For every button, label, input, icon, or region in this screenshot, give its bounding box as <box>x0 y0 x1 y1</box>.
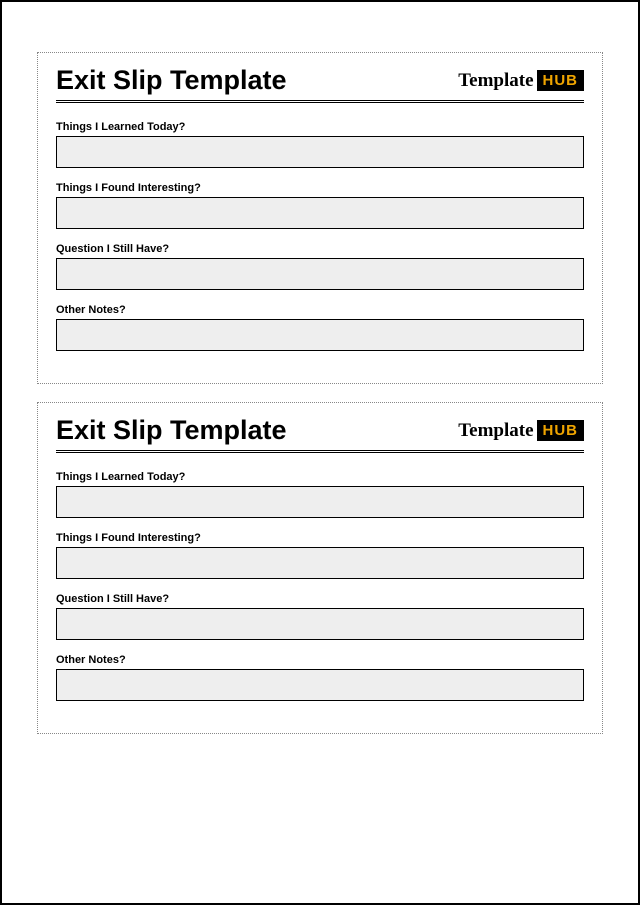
logo: Template HUB <box>458 420 584 442</box>
exit-slip-2: Exit Slip Template Template HUB Things I… <box>37 402 603 734</box>
field-input-other-notes[interactable] <box>56 319 584 351</box>
field-input-learned-today[interactable] <box>56 136 584 168</box>
logo-template-text: Template <box>458 420 533 442</box>
logo-template-text: Template <box>458 70 533 92</box>
field-question-still-have: Question I Still Have? <box>56 593 584 640</box>
field-input-question[interactable] <box>56 258 584 290</box>
logo: Template HUB <box>458 70 584 92</box>
field-input-other-notes[interactable] <box>56 669 584 701</box>
field-label: Other Notes? <box>56 304 584 316</box>
field-label: Question I Still Have? <box>56 593 584 605</box>
slip-title: Exit Slip Template <box>56 415 287 446</box>
field-found-interesting: Things I Found Interesting? <box>56 532 584 579</box>
field-label: Things I Learned Today? <box>56 471 584 483</box>
exit-slip-1: Exit Slip Template Template HUB Things I… <box>37 52 603 384</box>
slip-title: Exit Slip Template <box>56 65 287 96</box>
field-label: Things I Learned Today? <box>56 121 584 133</box>
field-input-question[interactable] <box>56 608 584 640</box>
field-label: Things I Found Interesting? <box>56 532 584 544</box>
field-input-learned-today[interactable] <box>56 486 584 518</box>
field-input-found-interesting[interactable] <box>56 197 584 229</box>
slip-header: Exit Slip Template Template HUB <box>56 65 584 103</box>
field-label: Question I Still Have? <box>56 243 584 255</box>
field-label: Things I Found Interesting? <box>56 182 584 194</box>
field-found-interesting: Things I Found Interesting? <box>56 182 584 229</box>
field-label: Other Notes? <box>56 654 584 666</box>
field-input-found-interesting[interactable] <box>56 547 584 579</box>
field-learned-today: Things I Learned Today? <box>56 121 584 168</box>
field-other-notes: Other Notes? <box>56 654 584 701</box>
field-learned-today: Things I Learned Today? <box>56 471 584 518</box>
field-question-still-have: Question I Still Have? <box>56 243 584 290</box>
field-other-notes: Other Notes? <box>56 304 584 351</box>
logo-hub-badge: HUB <box>537 70 585 91</box>
slip-header: Exit Slip Template Template HUB <box>56 415 584 453</box>
logo-hub-badge: HUB <box>537 420 585 441</box>
